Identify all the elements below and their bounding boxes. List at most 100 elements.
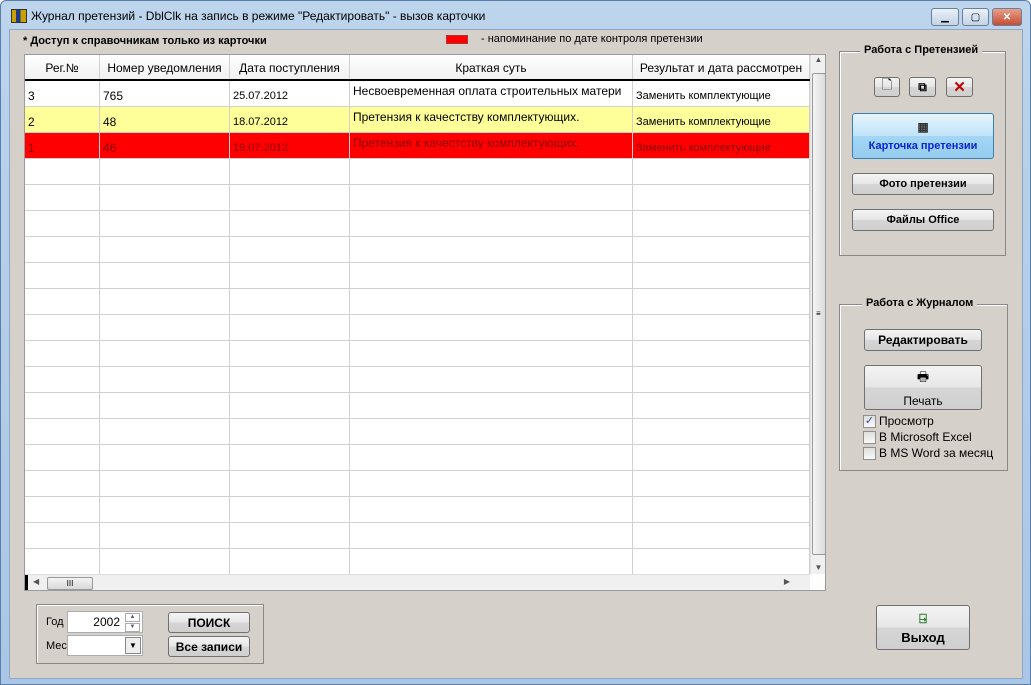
empty-cell (230, 341, 350, 366)
col-header-date[interactable]: Дата поступления (230, 55, 350, 79)
empty-table-row[interactable] (25, 523, 810, 549)
empty-table-row[interactable] (25, 393, 810, 419)
empty-cell (25, 471, 100, 496)
empty-table-row[interactable] (25, 263, 810, 289)
empty-table-row[interactable] (25, 549, 810, 575)
scroll-down-icon[interactable]: ▼ (811, 563, 825, 572)
spin-down-icon[interactable]: ▼ (125, 623, 140, 632)
empty-table-row[interactable] (25, 211, 810, 237)
empty-cell (350, 237, 633, 262)
claim-card-button[interactable]: ▦ Карточка претензии (852, 113, 994, 159)
delete-claim-button[interactable]: ✕ (946, 77, 973, 97)
empty-cell (633, 445, 810, 470)
empty-cell (25, 497, 100, 522)
checkbox-checked[interactable]: ✓ (863, 414, 876, 428)
minimize-button[interactable]: ▁ (931, 8, 959, 26)
scroll-up-icon[interactable]: ▲ (811, 55, 825, 64)
cell-date: 19.07.2012 (230, 133, 350, 158)
empty-cell (350, 159, 633, 184)
empty-cell (350, 341, 633, 366)
empty-cell (230, 211, 350, 236)
claims-table[interactable]: Рег.№ Номер уведомления Дата поступления… (24, 54, 826, 591)
empty-cell (230, 185, 350, 210)
office-files-button[interactable]: Файлы Office (852, 209, 994, 231)
empty-cell (633, 315, 810, 340)
exit-button[interactable]: ⍈ Выход (876, 605, 970, 650)
col-header-result[interactable]: Результат и дата рассмотрен (633, 55, 810, 79)
empty-cell (633, 341, 810, 366)
empty-table-row[interactable] (25, 159, 810, 185)
cell-reg: 1 (25, 133, 100, 158)
excel-checkbox[interactable]: В Microsoft Excel (863, 430, 972, 444)
table-row[interactable]: 1 46 19.07.2012 Претензия к качестству к… (25, 133, 810, 159)
delete-icon: ✕ (953, 79, 966, 96)
empty-table-row[interactable] (25, 315, 810, 341)
legend-swatch (446, 35, 468, 44)
preview-checkbox[interactable]: ✓ Просмотр (863, 414, 934, 428)
checkbox-label: В Microsoft Excel (879, 430, 972, 444)
vertical-scroll-thumb[interactable]: ≡ (812, 73, 825, 555)
app-books-icon (11, 9, 27, 23)
close-button[interactable]: ✕ (992, 8, 1022, 26)
print-button[interactable]: 🖶 Печать (864, 365, 982, 410)
horizontal-scrollbar[interactable]: ◀ III ▶ (25, 574, 810, 590)
year-spinner[interactable]: 2002 ▲ ▼ (67, 611, 143, 633)
empty-table-row[interactable] (25, 367, 810, 393)
spin-up-icon[interactable]: ▲ (125, 613, 140, 622)
col-header-reg[interactable]: Рег.№ (25, 55, 100, 79)
empty-cell (25, 419, 100, 444)
chevron-down-icon[interactable]: ▼ (125, 637, 141, 654)
cell-reg: 2 (25, 107, 100, 132)
empty-cell (230, 471, 350, 496)
cell-summary: Несвоевременная оплата строительных мате… (350, 81, 633, 106)
checkbox-unchecked[interactable] (863, 430, 876, 444)
table-row[interactable]: 2 48 18.07.2012 Претензия к качестству к… (25, 107, 810, 133)
vertical-scrollbar[interactable]: ▲ ≡ ▼ (810, 55, 825, 574)
cell-date: 18.07.2012 (230, 107, 350, 132)
empty-table-row[interactable] (25, 185, 810, 211)
empty-cell (230, 393, 350, 418)
word-checkbox[interactable]: В MS Word за месяц (863, 446, 993, 460)
empty-table-row[interactable] (25, 471, 810, 497)
new-claim-button[interactable]: 🗋 (874, 77, 900, 97)
title-bar: Журнал претензий - DblClk на запись в ре… (11, 9, 485, 23)
copy-claim-button[interactable]: ⧉ (909, 77, 936, 97)
edit-button[interactable]: Редактировать (864, 329, 982, 351)
copy-icon: ⧉ (918, 79, 927, 94)
empty-cell (230, 523, 350, 548)
empty-table-row[interactable] (25, 237, 810, 263)
empty-table-row[interactable] (25, 445, 810, 471)
search-button[interactable]: ПОИСК (168, 612, 250, 633)
year-value: 2002 (93, 615, 120, 629)
checkbox-unchecked[interactable] (863, 446, 876, 460)
cell-date: 25.07.2012 (230, 81, 350, 106)
maximize-button[interactable]: ▢ (962, 8, 989, 26)
empty-cell (100, 445, 230, 470)
scroll-right-icon[interactable]: ▶ (784, 577, 790, 586)
scroll-left-icon[interactable]: ◀ (33, 577, 39, 586)
empty-table-row[interactable] (25, 341, 810, 367)
empty-table-row[interactable] (25, 419, 810, 445)
empty-cell (100, 393, 230, 418)
empty-cell (100, 263, 230, 288)
cell-number: 765 (100, 81, 230, 106)
empty-cell (230, 549, 350, 574)
horizontal-scroll-thumb[interactable]: III (47, 577, 93, 590)
all-records-button[interactable]: Все записи (168, 636, 250, 657)
empty-cell (100, 341, 230, 366)
col-header-number[interactable]: Номер уведомления (100, 55, 230, 79)
empty-cell (633, 549, 810, 574)
empty-cell (633, 211, 810, 236)
card-grid-icon: ▦ (917, 120, 929, 134)
col-header-summary[interactable]: Краткая суть (350, 55, 633, 79)
empty-table-row[interactable] (25, 289, 810, 315)
table-body: 3 765 25.07.2012 Несвоевременная оплата … (25, 81, 810, 575)
photo-button[interactable]: Фото претензии (852, 173, 994, 195)
journal-group-title: Работа с Журналом (862, 297, 978, 309)
empty-table-row[interactable] (25, 497, 810, 523)
empty-cell (100, 159, 230, 184)
empty-cell (25, 341, 100, 366)
table-row[interactable]: 3 765 25.07.2012 Несвоевременная оплата … (25, 81, 810, 107)
empty-cell (25, 289, 100, 314)
month-select[interactable]: ▼ (67, 635, 143, 656)
